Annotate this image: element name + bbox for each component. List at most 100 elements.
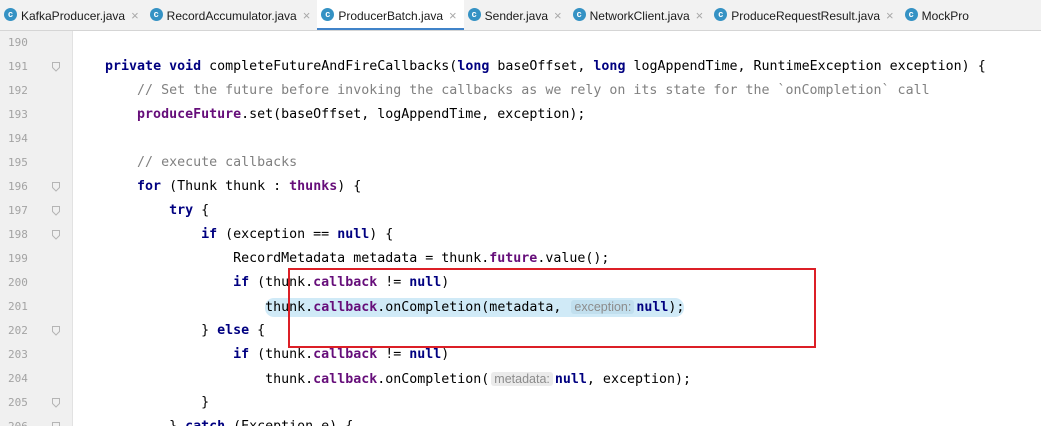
code-line[interactable]: } catch (Exception e) { — [73, 415, 1041, 426]
keyword-token: if — [233, 275, 250, 290]
code-token: != — [377, 347, 410, 362]
class-icon: c — [904, 8, 918, 22]
gutter-row: 206 — [0, 415, 72, 426]
tab-close-icon[interactable]: × — [696, 1, 704, 30]
editor-tab[interactable]: c NetworkClient.java × — [569, 0, 711, 30]
code-token: } — [73, 323, 218, 338]
tab-close-icon[interactable]: × — [554, 1, 562, 30]
code-token: ); — [668, 300, 685, 315]
gutter-row: 194 — [0, 127, 72, 151]
line-number: 195 — [8, 156, 28, 169]
gutter-row: 197 — [0, 199, 72, 223]
class-icon: c — [467, 8, 481, 22]
code-line[interactable]: // execute callbacks — [73, 151, 1041, 175]
line-number: 192 — [8, 84, 28, 97]
code-line[interactable]: if (exception == null) { — [73, 223, 1041, 247]
line-number: 206 — [8, 415, 28, 426]
code-line[interactable]: // Set the future before invoking the ca… — [73, 79, 1041, 103]
keyword-token: private — [105, 59, 162, 74]
gutter-row: 193 — [0, 103, 72, 127]
fold-marker-icon[interactable] — [52, 182, 60, 192]
tab-label: Sender.java — [484, 8, 549, 23]
field-token: future — [489, 251, 538, 266]
keyword-token: null — [636, 300, 669, 315]
fold-marker-icon[interactable] — [52, 206, 60, 216]
class-icon: c — [149, 8, 163, 22]
gutter-row: 202 — [0, 319, 72, 343]
line-number: 201 — [8, 300, 28, 313]
line-number: 200 — [8, 276, 28, 289]
code-line[interactable]: thunk.callback.onCompletion(metadata: nul… — [73, 367, 1041, 391]
tab-close-icon[interactable]: × — [449, 1, 457, 30]
keyword-token: long — [457, 59, 490, 74]
field-token: callback — [313, 300, 378, 315]
line-number: 204 — [8, 372, 28, 385]
code-token: thunk. — [73, 372, 314, 387]
editor-tab[interactable]: c ProduceRequestResult.java × — [710, 0, 900, 30]
code-line[interactable]: if (thunk.callback != null) — [73, 271, 1041, 295]
code-token: , exception); — [586, 372, 691, 387]
code-token: (exception == — [217, 227, 338, 242]
keyword-token: catch — [185, 419, 225, 426]
code-token: completeFutureAndFireCallbacks( — [201, 59, 458, 74]
code-token: baseOffset, — [489, 59, 594, 74]
line-number: 197 — [8, 204, 28, 217]
fold-marker-icon[interactable] — [52, 422, 60, 426]
editor-tab[interactable]: c RecordAccumulator.java × — [146, 0, 318, 30]
line-number: 190 — [8, 36, 28, 49]
code-line-current[interactable]: thunk.callback.onCompletion(metadata, ex… — [73, 295, 1041, 319]
tab-label: ProduceRequestResult.java — [731, 8, 881, 23]
comment-token: // execute callbacks — [137, 155, 298, 170]
fold-marker-icon[interactable] — [52, 398, 60, 408]
line-number-gutter: 190 191 192 193 194 195 196 197 198 199 200 201 202 2… — [0, 31, 73, 426]
code-editor[interactable]: private void completeFutureAndFireCallba… — [73, 31, 1041, 426]
tab-label: ProducerBatch.java — [338, 8, 444, 23]
code-token: (Exception e) { — [225, 419, 353, 426]
keyword-token: null — [554, 372, 587, 387]
line-number: 199 — [8, 252, 28, 265]
line-number: 194 — [8, 132, 28, 145]
fold-marker-icon[interactable] — [52, 326, 60, 336]
code-line[interactable]: private void completeFutureAndFireCallba… — [73, 55, 1041, 79]
editor-tab[interactable]: c Sender.java × — [464, 0, 569, 30]
gutter-row: 200 — [0, 271, 72, 295]
code-token: ) { — [369, 227, 394, 242]
editor-tab[interactable]: c ProducerBatch.java × — [317, 0, 464, 30]
gutter-row: 204 — [0, 367, 72, 391]
code-line[interactable]: RecordMetadata metadata = thunk.future.v… — [73, 247, 1041, 271]
tab-close-icon[interactable]: × — [131, 1, 139, 30]
code-line[interactable]: } else { — [73, 319, 1041, 343]
code-token: { — [249, 323, 266, 338]
code-token: ) — [441, 275, 450, 290]
field-token: callback — [313, 347, 378, 362]
tab-close-icon[interactable]: × — [886, 1, 894, 30]
editor-tab[interactable]: c KafkaProducer.java × — [0, 0, 146, 30]
code-line[interactable]: } — [73, 391, 1041, 415]
fold-marker-icon[interactable] — [52, 230, 60, 240]
line-number: 203 — [8, 348, 28, 361]
code-token: ) — [441, 347, 450, 362]
code-token: RecordMetadata metadata = thunk. — [73, 251, 490, 266]
tab-label: MockPro — [921, 8, 969, 23]
tab-close-icon[interactable]: × — [303, 1, 311, 30]
code-line[interactable]: produceFuture.set(baseOffset, logAppendT… — [73, 103, 1041, 127]
field-token: callback — [313, 275, 378, 290]
code-token: (Thunk thunk : — [161, 179, 290, 194]
gutter-row: 203 — [0, 343, 72, 367]
gutter-row: 198 — [0, 223, 72, 247]
code-line[interactable]: try { — [73, 199, 1041, 223]
code-line[interactable]: for (Thunk thunk : thunks) { — [73, 175, 1041, 199]
code-token: } — [73, 419, 185, 426]
code-line[interactable] — [73, 31, 1041, 55]
code-line[interactable]: if (thunk.callback != null) — [73, 343, 1041, 367]
line-number: 196 — [8, 180, 28, 193]
keyword-token: try — [169, 203, 194, 218]
fold-marker-icon[interactable] — [52, 62, 60, 72]
code-line[interactable] — [73, 127, 1041, 151]
editor-tab[interactable]: c MockPro — [901, 0, 976, 30]
